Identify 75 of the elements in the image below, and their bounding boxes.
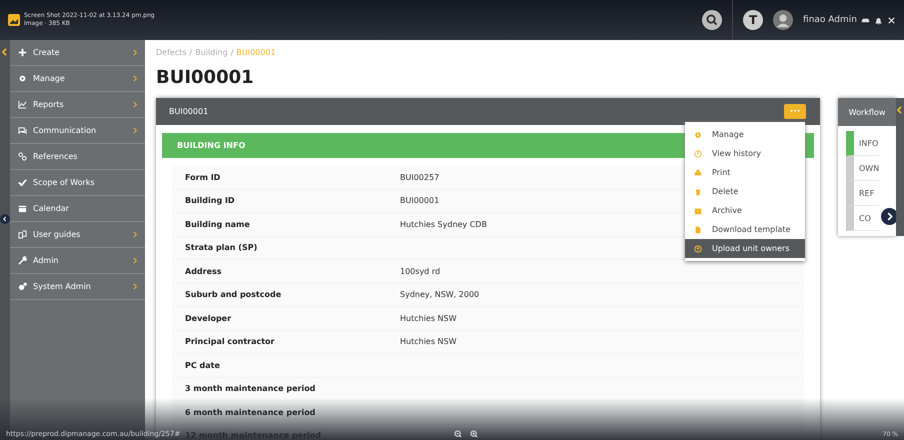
chevron-right-icon [133, 49, 137, 56]
user-name[interactable]: finao Admin [803, 15, 857, 25]
link-icon [18, 152, 27, 161]
chart-icon [18, 100, 27, 109]
sidebar-item[interactable]: Scope of Works [10, 170, 145, 196]
field-value: BUI00001 [400, 196, 440, 206]
field-value: Sydney, NSW, 2000 [400, 290, 480, 300]
chevron-left-icon[interactable] [897, 106, 902, 114]
plus-icon [18, 48, 27, 57]
chevron-right-icon [133, 231, 137, 238]
workflow-step[interactable]: OWN [846, 156, 879, 181]
check-icon [18, 178, 27, 187]
upload-icon [694, 244, 702, 252]
panel-title: BUI00001 [169, 107, 208, 116]
breadcrumb-separator: / [190, 48, 192, 57]
collapse-button[interactable] [0, 214, 10, 224]
field-label: Building name [184, 220, 251, 229]
calendar-icon [18, 204, 27, 213]
field-label: Suburb and postcode [184, 290, 282, 300]
file-icon [694, 226, 702, 234]
chevron-left-icon[interactable] [2, 48, 7, 56]
close-icon[interactable] [887, 16, 896, 24]
chevron-right-icon [133, 101, 137, 108]
field-label: Address [184, 266, 223, 276]
sidebar-item[interactable]: Admin [10, 248, 145, 274]
page-title: BUI00001 [156, 67, 255, 88]
field-value: Hutchies NSW [400, 337, 457, 346]
menu-item[interactable]: Archive [685, 201, 805, 220]
menu-item[interactable]: Print [685, 163, 805, 182]
trash-icon [694, 188, 702, 196]
field-label: Principal contractor [184, 337, 276, 346]
chat-icon [18, 126, 27, 135]
sidebar-item[interactable]: Calendar [10, 196, 145, 222]
sidebar-item[interactable]: Create [10, 40, 145, 66]
field-label: 3 month maintenance period [184, 384, 316, 394]
sidebar-item[interactable]: Manage [10, 66, 145, 92]
field-label: 6 month maintenance period [184, 408, 316, 417]
chevron-right-icon [133, 127, 137, 134]
sidebar-item[interactable]: System Admin [10, 274, 145, 300]
sidebar-item[interactable]: Communication [10, 118, 145, 144]
search-icon[interactable] [702, 10, 722, 30]
clock-icon [694, 150, 702, 158]
cloud-icon[interactable] [861, 16, 870, 24]
sidebar-item[interactable]: References [10, 144, 145, 170]
field-label: Form ID [184, 172, 222, 182]
workflow-title: Workflow [848, 108, 886, 116]
field-value: BUI00257 [400, 172, 440, 182]
breadcrumb-separator: / [230, 48, 234, 57]
field-label: Strata plan (SP) [184, 243, 258, 252]
sidebar-item[interactable]: User guides [10, 222, 145, 248]
sidebar-item[interactable]: Reports [10, 92, 145, 118]
menu-item[interactable]: Download template [685, 220, 805, 239]
chevron-right-icon [133, 283, 137, 290]
printer-icon [694, 168, 702, 176]
field-value: Hutchies NSW [400, 314, 457, 323]
field-label: Developer [184, 314, 232, 323]
user-initial-avatar[interactable]: T [743, 10, 764, 30]
bell-icon[interactable] [874, 16, 883, 24]
workflow-step[interactable]: INFO [846, 131, 879, 156]
wrench-icon [18, 256, 27, 265]
menu-item[interactable]: Delete [685, 182, 805, 201]
menu-item[interactable]: Upload unit owners [685, 239, 805, 258]
field-label: Building ID [184, 196, 236, 206]
field-label: PC date [184, 360, 221, 370]
archive-icon [694, 206, 702, 214]
chevron-right-icon [133, 75, 137, 82]
avatar-icon[interactable] [773, 10, 794, 30]
documents-icon [18, 230, 27, 239]
workflow-step[interactable]: REF [846, 181, 879, 206]
image-file-icon [8, 14, 20, 26]
zoom-out-icon[interactable] [454, 430, 462, 438]
zoom-in-icon[interactable] [470, 430, 478, 438]
field-value: Hutchies Sydney CDB [400, 220, 487, 229]
chevron-right-icon [133, 257, 137, 264]
field-value: 100syd rd [400, 266, 440, 276]
